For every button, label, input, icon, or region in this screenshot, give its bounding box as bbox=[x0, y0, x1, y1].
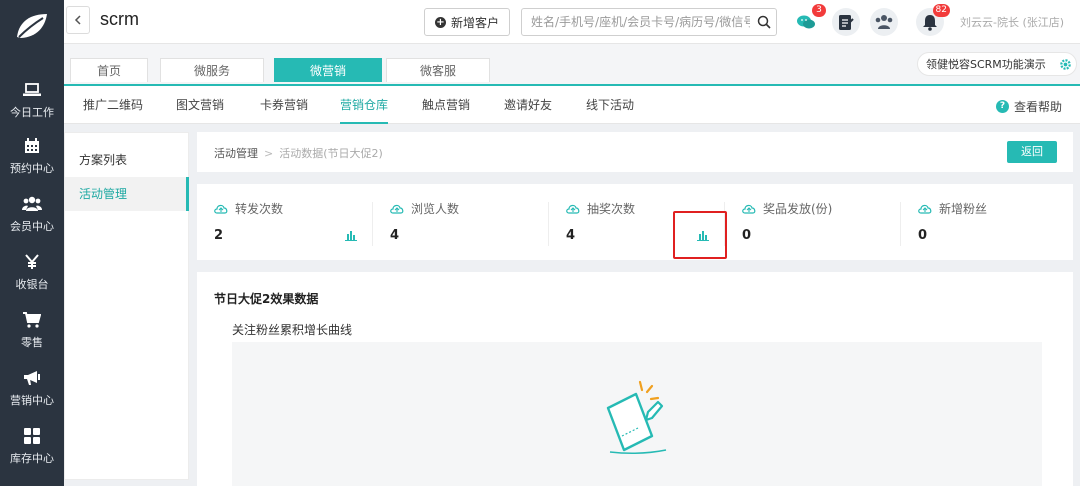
nav-item-label: 会员中心 bbox=[10, 219, 54, 233]
users-icon bbox=[22, 195, 42, 213]
subtab-offline-activity[interactable]: 线下活动 bbox=[586, 86, 634, 124]
highlight-annotation bbox=[673, 211, 727, 259]
subtab-graphic-marketing[interactable]: 图文营销 bbox=[176, 86, 224, 124]
tab-micro-service[interactable]: 微服务 bbox=[160, 58, 264, 82]
stat-value: 4 bbox=[566, 228, 576, 243]
demo-guide-label: 领健悦容SCRM功能演示 bbox=[926, 58, 1046, 71]
nav-item-cashier[interactable]: 收银台 bbox=[0, 244, 64, 300]
nav-item-label: 今日工作 bbox=[10, 105, 54, 119]
breadcrumb-root[interactable]: 活动管理 bbox=[214, 147, 258, 160]
back-button[interactable] bbox=[66, 6, 90, 34]
search-icon[interactable] bbox=[757, 15, 771, 29]
nav-item-marketing[interactable]: 营销中心 bbox=[0, 360, 64, 416]
chart-title: 关注粉丝累积增长曲线 bbox=[232, 323, 353, 337]
stat-label: 抽奖次数 bbox=[587, 202, 636, 216]
wechat-badge: 3 bbox=[812, 4, 826, 17]
effect-panel: 节日大促2效果数据 关注粉丝累积增长曲线 bbox=[197, 272, 1073, 486]
question-icon: ? bbox=[995, 100, 1009, 113]
nav-item-label: 零售 bbox=[21, 335, 43, 349]
subtab-qrcode[interactable]: 推广二维码 bbox=[83, 86, 143, 124]
megaphone-icon bbox=[22, 369, 42, 387]
help-link[interactable]: ? 查看帮助 bbox=[995, 98, 1062, 115]
nav-item-label: 营销中心 bbox=[10, 393, 54, 407]
nav-item-label: 预约中心 bbox=[10, 161, 54, 175]
notification-button[interactable]: 82 bbox=[916, 4, 950, 36]
stat-prize-issued: 奖品发放(份) 0 bbox=[725, 184, 901, 260]
cloud-upload-icon bbox=[918, 204, 932, 214]
user-label[interactable]: 刘云云-院长 (张江店) bbox=[960, 14, 1064, 30]
stat-value: 0 bbox=[742, 228, 752, 243]
return-button[interactable]: 返回 bbox=[1007, 141, 1057, 163]
breadcrumb-separator: > bbox=[264, 147, 274, 160]
cart-icon bbox=[22, 311, 42, 329]
plus-circle-icon: + bbox=[434, 16, 446, 28]
cloud-upload-icon bbox=[390, 204, 404, 214]
bar-chart-icon[interactable] bbox=[345, 229, 357, 241]
stat-label: 浏览人数 bbox=[411, 202, 460, 216]
yen-icon bbox=[22, 253, 42, 271]
nav-item-inventory[interactable]: 库存中心 bbox=[0, 418, 64, 474]
cloud-upload-icon bbox=[742, 204, 756, 214]
subtab-touchpoint-marketing[interactable]: 触点营销 bbox=[422, 86, 470, 124]
calendar-icon bbox=[22, 137, 42, 155]
side-item-plan-list[interactable]: 方案列表 bbox=[65, 143, 189, 177]
cloud-upload-icon bbox=[566, 204, 580, 214]
leaf-logo-icon bbox=[17, 14, 47, 38]
stat-value: 0 bbox=[918, 228, 928, 243]
stat-value: 2 bbox=[214, 228, 224, 243]
stat-forward-count: 转发次数 2 bbox=[197, 184, 373, 260]
subtab-coupon-marketing[interactable]: 卡券营销 bbox=[260, 86, 308, 124]
laptop-icon bbox=[22, 81, 42, 99]
subtab-invite-friends[interactable]: 邀请好友 bbox=[504, 86, 552, 124]
notification-badge: 82 bbox=[932, 4, 950, 17]
new-customer-button[interactable]: + 新增客户 bbox=[424, 8, 510, 36]
app-logo[interactable] bbox=[0, 0, 64, 52]
stats-panel: 转发次数 2 浏览人数 4 抽奖次数 4 奖品发放(份) 0 新增粉丝 0 bbox=[197, 184, 1073, 260]
tab-home[interactable]: 首页 bbox=[70, 58, 148, 82]
breadcrumb-panel: 活动管理 > 活动数据(节日大促2) 返回 bbox=[197, 132, 1073, 172]
stat-new-fans: 新增粉丝 0 bbox=[901, 184, 1077, 260]
stat-label: 转发次数 bbox=[235, 202, 284, 216]
app-title: scrm bbox=[100, 9, 139, 29]
side-item-activity-management[interactable]: 活动管理 bbox=[65, 177, 189, 211]
effect-title: 节日大促2效果数据 bbox=[214, 292, 319, 306]
search-input[interactable] bbox=[522, 9, 750, 35]
demo-guide-chip[interactable]: 领健悦容SCRM功能演示 bbox=[917, 52, 1077, 76]
notes-button[interactable] bbox=[832, 8, 860, 36]
nav-item-member[interactable]: 会员中心 bbox=[0, 186, 64, 242]
chevron-left-icon bbox=[74, 15, 81, 25]
help-label: 查看帮助 bbox=[1013, 100, 1062, 114]
breadcrumb-current: 活动数据(节日大促2) bbox=[279, 147, 383, 160]
nav-item-appointment[interactable]: 预约中心 bbox=[0, 128, 64, 184]
wechat-button[interactable]: 3 bbox=[792, 4, 826, 36]
wechat-icon bbox=[797, 15, 815, 29]
stat-label: 新增粉丝 bbox=[939, 202, 988, 216]
breadcrumb: 活动管理 > 活动数据(节日大促2) bbox=[214, 145, 383, 161]
sub-nav: 推广二维码 图文营销 卡券营销 营销仓库 触点营销 邀请好友 线下活动 ? 查看… bbox=[64, 84, 1080, 124]
empty-state-icon bbox=[606, 380, 667, 455]
subtab-marketing-warehouse[interactable]: 营销仓库 bbox=[340, 86, 389, 124]
grid-icon bbox=[22, 427, 42, 445]
stat-label: 奖品发放(份) bbox=[763, 202, 833, 216]
chart-area bbox=[232, 342, 1042, 486]
stat-view-count: 浏览人数 4 bbox=[373, 184, 549, 260]
top-header: scrm + 新增客户 3 82 刘云云-院长 (张江店) bbox=[64, 0, 1080, 44]
nav-item-today-work[interactable]: 今日工作 bbox=[0, 72, 64, 128]
gear-icon[interactable] bbox=[1059, 58, 1072, 71]
cloud-upload-icon bbox=[214, 204, 228, 214]
nav-item-label: 库存中心 bbox=[10, 451, 54, 465]
new-customer-label: 新增客户 bbox=[450, 15, 499, 30]
nav-item-retail[interactable]: 零售 bbox=[0, 302, 64, 358]
module-tabs: 首页 微服务 微营销 微客服 领健悦容SCRM功能演示 bbox=[64, 44, 1080, 84]
tab-micro-marketing[interactable]: 微营销 bbox=[274, 58, 382, 82]
team-icon bbox=[875, 15, 893, 29]
team-button[interactable] bbox=[870, 8, 898, 36]
nav-item-label: 收银台 bbox=[15, 277, 49, 291]
clipboard-edit-icon bbox=[839, 15, 854, 30]
side-menu: 方案列表 活动管理 bbox=[64, 132, 189, 480]
stat-value: 4 bbox=[390, 228, 400, 243]
search-box bbox=[521, 8, 777, 36]
tab-micro-customer-service[interactable]: 微客服 bbox=[386, 58, 490, 82]
left-nav: 今日工作 预约中心 会员中心 收银台 零售 营销中心 库存中心 bbox=[0, 0, 64, 486]
